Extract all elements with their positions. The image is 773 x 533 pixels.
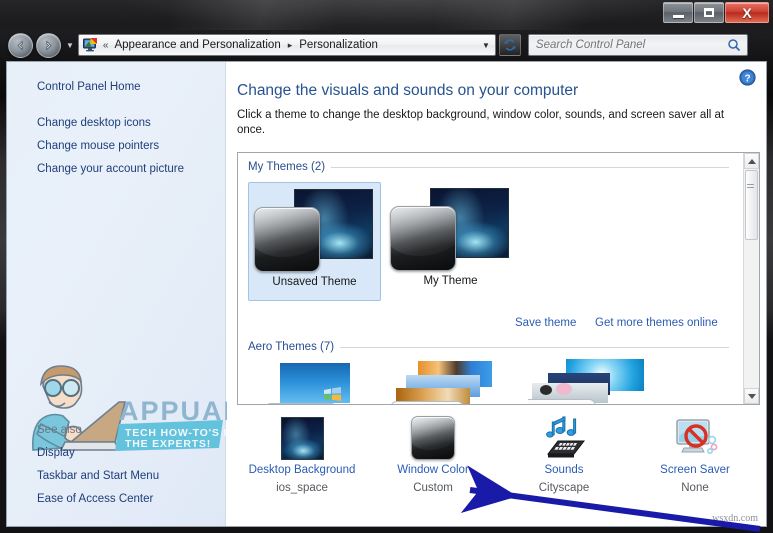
close-icon: X	[742, 4, 752, 21]
sidebar-item-control-panel-home[interactable]: Control Panel Home	[37, 81, 141, 93]
theme-tile-my-theme[interactable]: My Theme	[384, 182, 517, 301]
breadcrumb-appearance-and-personalization[interactable]: Appearance and Personalization	[112, 38, 282, 52]
back-arrow-icon	[17, 40, 23, 50]
maximize-button[interactable]	[694, 2, 724, 23]
bottom-item-label[interactable]: Window Color	[363, 464, 503, 476]
theme-window-color-preview	[390, 206, 456, 271]
wallpaper-icon	[232, 412, 372, 464]
caption-buttons: X	[662, 2, 769, 24]
sidebar-item-ease-of-access-center[interactable]: Ease of Access Center	[37, 493, 153, 505]
group-header-aero-themes: Aero Themes (7)	[248, 341, 743, 353]
appuals-logo-icon: APPUALS TECH HOW-TO'S FROM THE EXPERTS!	[31, 365, 260, 452]
refresh-icon	[504, 39, 516, 51]
forward-arrow-icon	[46, 40, 52, 50]
bottom-item-value: Custom	[413, 482, 453, 494]
themes-panel: My Themes (2) Unsaved Theme My Theme Sav…	[237, 152, 760, 405]
navigation-bar: ▼ « Appearance and Personalization ▸ Per…	[0, 30, 773, 60]
bottom-item-sounds[interactable]: Sounds Cityscape	[494, 412, 634, 494]
scroll-up-button[interactable]	[744, 153, 759, 169]
theme-tile-unsaved-theme[interactable]: Unsaved Theme	[248, 182, 381, 301]
appuals-watermark: APPUALS TECH HOW-TO'S FROM THE EXPERTS!	[15, 358, 260, 458]
back-button[interactable]	[8, 32, 33, 58]
screen-saver-icon	[625, 412, 765, 464]
group-label-aero-themes: Aero Themes (7)	[248, 341, 335, 353]
svg-text:THE EXPERTS!: THE EXPERTS!	[125, 438, 211, 450]
search-icon	[728, 39, 740, 52]
scrollbar-grip-icon	[747, 184, 754, 190]
scroll-down-button[interactable]	[744, 388, 759, 404]
help-button[interactable]: ?	[739, 69, 756, 86]
sidebar-item-change-your-account-picture[interactable]: Change your account picture	[37, 163, 184, 175]
group-rule	[340, 346, 729, 348]
bottom-item-value: Cityscape	[538, 482, 590, 494]
theme-card	[528, 399, 596, 404]
address-bar[interactable]: « Appearance and Personalization ▸ Perso…	[77, 34, 496, 56]
sidebar-item-change-desktop-icons[interactable]: Change desktop icons	[37, 117, 151, 129]
search-box[interactable]	[527, 34, 748, 56]
minimize-icon	[672, 14, 684, 18]
breadcrumb-separator-icon: ▸	[287, 39, 293, 50]
theme-name: Unsaved Theme	[272, 276, 357, 288]
bottom-item-value: ios_space	[276, 482, 328, 494]
minimize-button[interactable]	[663, 2, 693, 23]
address-chevron-down-icon[interactable]: ▼	[482, 41, 490, 50]
window-frame-sheen	[0, 0, 773, 30]
group-header-my-themes: My Themes (2)	[248, 161, 743, 173]
group-rule	[331, 166, 729, 168]
content-pane: ? Change the visuals and sounds on your …	[227, 62, 766, 526]
chevron-down-icon	[747, 393, 756, 399]
window-color-icon	[363, 412, 503, 464]
nav-arrow-group: ▼	[8, 32, 78, 58]
sidebar-see-also-heading: See also	[37, 424, 82, 436]
save-theme-link[interactable]: Save theme	[515, 317, 576, 329]
theme-card	[390, 401, 464, 404]
bottom-item-label[interactable]: Screen Saver	[625, 464, 765, 476]
theme-tile-characters[interactable]	[528, 359, 646, 404]
group-label-my-themes: My Themes (2)	[248, 161, 326, 173]
maximize-icon	[704, 8, 714, 17]
scrollbar-thumb[interactable]	[745, 170, 758, 240]
sounds-icon	[494, 412, 634, 464]
sidebar-item-display[interactable]: Display	[37, 447, 75, 459]
windows-logo-icon	[324, 387, 341, 401]
theme-tile-architecture[interactable]	[390, 361, 500, 404]
sidebar-item-change-mouse-pointers[interactable]: Change mouse pointers	[37, 140, 159, 152]
bottom-item-label[interactable]: Desktop Background	[232, 464, 372, 476]
close-button[interactable]: X	[725, 2, 769, 23]
theme-tile-windows-7[interactable]	[258, 363, 350, 404]
screen-saver-glyph-icon	[676, 419, 718, 454]
bottom-item-desktop-background[interactable]: Desktop Background ios_space	[232, 412, 372, 494]
breadcrumb-personalization[interactable]: Personalization	[297, 38, 380, 52]
page-title: Change the visuals and sounds on your co…	[237, 82, 579, 99]
bottom-item-value: None	[681, 482, 709, 494]
personalization-window: X ▼ « Appearance and Personalization ▸ P…	[0, 0, 773, 533]
address-overflow-chevron-icon[interactable]: «	[103, 40, 109, 51]
sidebar: Control Panel Home Change desktop icons …	[7, 62, 260, 526]
search-input[interactable]	[528, 39, 727, 51]
recent-pages-chevron-down-icon[interactable]: ▼	[66, 41, 74, 50]
themes-scrollbar[interactable]	[743, 153, 759, 404]
sidebar-item-taskbar-and-start-menu[interactable]: Taskbar and Start Menu	[37, 470, 159, 482]
bottom-item-screen-saver[interactable]: Screen Saver None	[625, 412, 765, 494]
get-more-themes-online-link[interactable]: Get more themes online	[595, 317, 718, 329]
forward-button[interactable]	[36, 32, 61, 58]
svg-text:?: ?	[744, 73, 750, 84]
bottom-item-window-color[interactable]: Window Color Custom	[363, 412, 503, 494]
help-icon: ?	[739, 69, 756, 86]
theme-name: My Theme	[423, 275, 478, 287]
page-subtitle: Click a theme to change the desktop back…	[237, 109, 725, 136]
theme-thumbnail	[252, 183, 377, 273]
theme-card	[264, 403, 338, 404]
source-watermark: wsxdn.com	[712, 513, 758, 524]
refresh-button[interactable]	[498, 34, 521, 56]
sounds-glyph-icon	[546, 416, 586, 458]
client-area: Control Panel Home Change desktop icons …	[6, 61, 767, 527]
theme-window-color-preview	[254, 207, 320, 272]
bottom-item-label[interactable]: Sounds	[494, 464, 634, 476]
personalization-icon	[82, 38, 97, 52]
chevron-up-icon	[747, 158, 756, 164]
theme-thumbnail	[388, 182, 513, 272]
